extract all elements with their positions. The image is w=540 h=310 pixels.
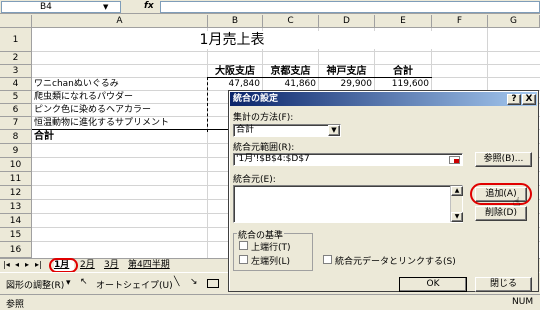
scroll-down-icon[interactable]: ▼ [451,212,463,222]
function-select[interactable]: 合計 [233,124,341,137]
select-all-corner[interactable] [0,15,32,28]
gridline [32,51,540,52]
function-icon[interactable]: fx [144,1,154,12]
draw-menu[interactable]: 図形の調整(R) [6,278,64,291]
link-source-label: 統合元データとリンクする(S) [335,257,456,267]
scroll-up-icon[interactable]: ▲ [451,186,463,196]
row-header[interactable]: 16 [0,242,32,258]
tab-scroll-first-icon[interactable]: |◂ [3,260,10,269]
selection-marquee [207,77,229,132]
row-header[interactable]: 14 [0,214,32,228]
formula-bar: B4 ▼ fx [0,0,540,14]
status-num: NUM [512,297,534,307]
column-header-a[interactable]: A [32,15,208,28]
row-header[interactable]: 13 [0,200,32,214]
chevron-down-icon[interactable]: ▼ [328,125,340,136]
formula-input[interactable] [160,1,540,13]
row-header[interactable]: 4 [0,78,32,91]
close-button[interactable]: 閉じる [475,277,532,292]
column-header-g[interactable]: G [488,15,540,28]
status-bar: 参照 NUM [0,294,540,310]
row-header[interactable]: 10 [0,158,32,172]
column-header-b[interactable]: B [208,15,263,28]
dialog-title-bar[interactable]: 統合の設定 [230,92,537,106]
top-row-label: 上端行(T) [251,243,291,253]
left-column-label: 左端列(L) [251,257,291,267]
row-header[interactable]: 9 [0,144,32,158]
function-label: 集計の方法(F): [233,113,294,123]
autoshape-menu[interactable]: オートシェイプ(U) [96,278,173,291]
header-cell[interactable]: 京都支店 [263,66,318,77]
item-label[interactable]: 恒温動物に進化するサプリメント [34,118,169,129]
tab-scroll-last-icon[interactable]: ▸| [35,260,42,269]
header-cell[interactable]: 合計 [375,66,431,77]
function-value: 合計 [236,125,255,135]
total-border [32,129,228,130]
draw-menu-arrow-icon[interactable]: ▾ [66,278,71,288]
link-source-checkbox[interactable] [323,255,332,264]
consolidate-dialog: 統合の設定 ? X 集計の方法(F): 合計 ▼ 統合元範囲(R): '1月'!… [228,90,539,292]
header-border [208,77,432,78]
row-header[interactable]: 3 [0,65,32,78]
ok-button[interactable]: OK [399,277,467,292]
header-cell[interactable]: 大阪支店 [208,66,262,77]
row-header[interactable]: 7 [0,117,32,130]
browse-button[interactable]: 参照(B)... [475,152,532,167]
highlight-circle [470,183,532,205]
all-references-label: 統合元(E): [233,175,276,185]
close-icon[interactable]: X [522,94,536,105]
row-header[interactable]: 11 [0,172,32,186]
column-header-e[interactable]: E [375,15,432,28]
value-cell[interactable]: 119,600 [375,79,429,90]
gridline [32,64,540,65]
collapse-dialog-icon[interactable] [449,156,460,164]
select-pointer-icon[interactable]: ↖ [80,277,88,287]
name-box-value: B4 [40,2,52,12]
header-cell[interactable]: 神戸支店 [319,66,374,77]
all-references-list[interactable] [233,185,463,223]
dialog-title: 統合の設定 [233,94,279,104]
tab-quarter[interactable]: 第4四半期 [128,259,178,272]
tab-scroll-next-icon[interactable]: ▸ [25,260,29,269]
tab-february[interactable]: 2月 [80,259,100,272]
column-header-c[interactable]: C [263,15,319,28]
tab-scroll-prev-icon[interactable]: ◂ [15,260,19,269]
row-header[interactable]: 8 [0,130,32,144]
item-label[interactable]: ワニchanぬいぐるみ [34,79,119,90]
left-column-checkbox[interactable] [239,255,248,264]
scrollbar[interactable]: ▲ ▼ [450,186,463,222]
top-row-checkbox[interactable] [239,241,248,250]
item-label[interactable]: 爬虫類になれるパウダー [34,92,133,103]
reference-value: '1月'!$B$4:$D$7 [236,154,310,164]
total-label[interactable]: 合計 [34,131,54,142]
status-mode: 参照 [6,300,25,310]
gridline [207,28,208,258]
column-header-f[interactable]: F [432,15,488,28]
sheet-title[interactable]: 1月売上表 [32,31,432,49]
column-header-d[interactable]: D [319,15,375,28]
arrow-tool-icon[interactable]: ↘ [190,277,198,287]
row-header[interactable]: 12 [0,186,32,200]
row-header[interactable]: 5 [0,91,32,104]
row-header[interactable]: 15 [0,228,32,242]
rectangle-tool-icon[interactable] [207,279,219,288]
line-tool-icon[interactable]: ╲ [174,277,179,287]
chevron-down-icon[interactable]: ▼ [103,3,108,11]
reference-input[interactable]: '1月'!$B$4:$D$7 [233,153,463,166]
reference-label: 統合元範囲(R): [233,143,295,153]
highlight-circle [49,258,78,273]
row-header[interactable]: 6 [0,104,32,117]
tab-march[interactable]: 3月 [104,259,124,272]
value-cell[interactable]: 41,860 [263,79,317,90]
row-header[interactable]: 1 [0,28,32,52]
delete-button[interactable]: 削除(D) [475,206,527,221]
help-button[interactable]: ? [507,94,521,105]
value-cell[interactable]: 29,900 [319,79,373,90]
item-label[interactable]: ピンク色に染めるヘアカラー [34,105,151,116]
row-header[interactable]: 2 [0,52,32,65]
